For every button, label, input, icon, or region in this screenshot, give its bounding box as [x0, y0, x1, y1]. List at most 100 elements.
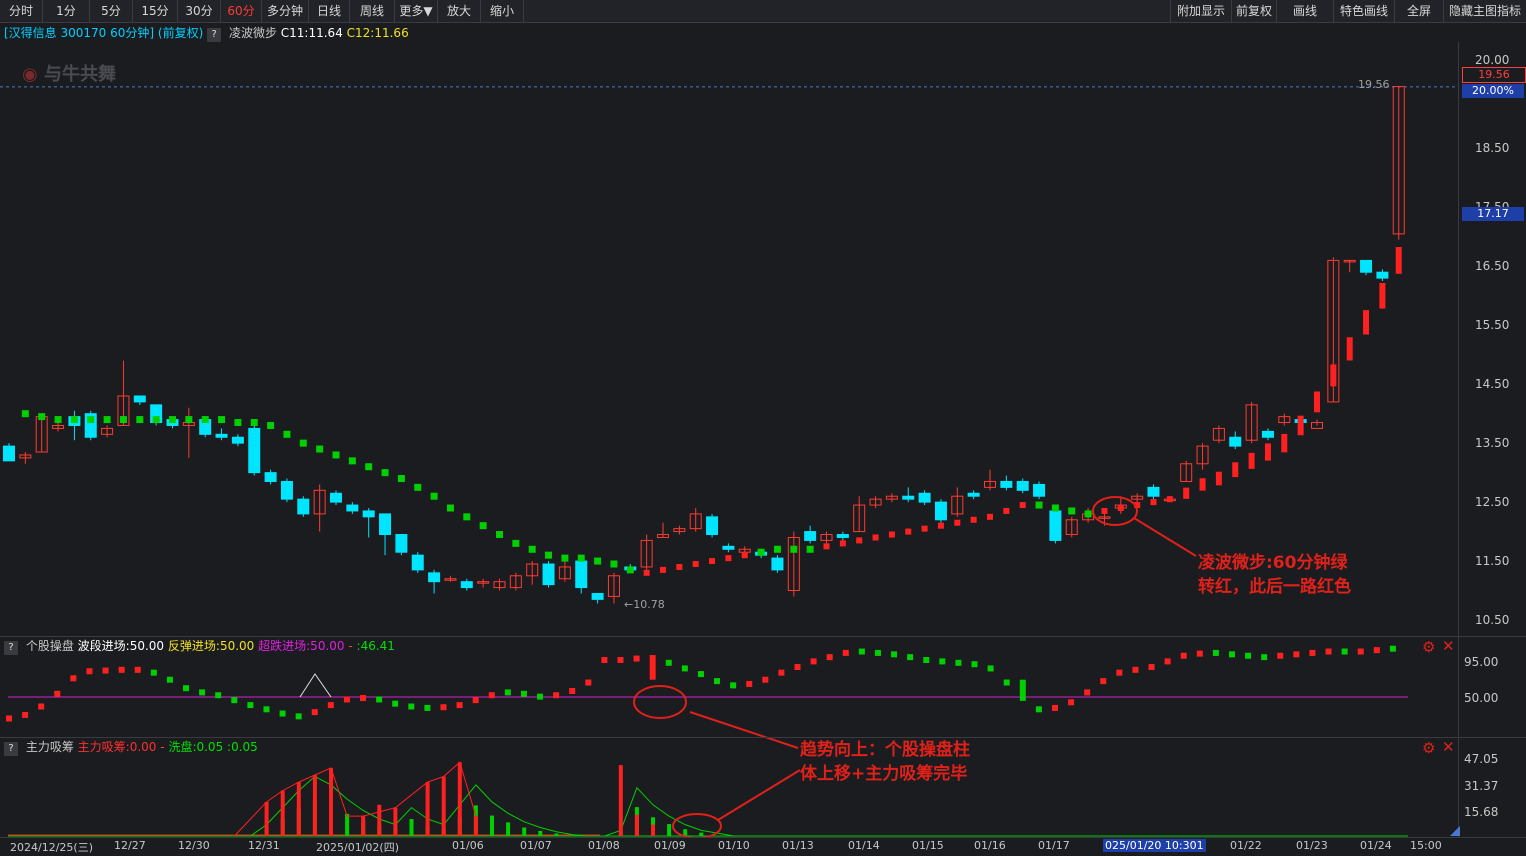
- lingbo-dot-25: [430, 492, 438, 500]
- panel2-dot-20: [327, 702, 334, 709]
- panel2-header: ? 个股操盘 波段进场:50.00 反弹进场:50.00 超跌进场:50.00 …: [4, 637, 395, 655]
- panel2-dot-39: [633, 655, 640, 662]
- lingbo-dot-31: [528, 545, 536, 553]
- gear-icon[interactable]: ⚙: [1422, 739, 1435, 757]
- lingbo-dot-9: [169, 416, 176, 424]
- help-icon[interactable]: ?: [4, 641, 18, 655]
- lingbo-dot-32: [545, 551, 553, 559]
- lingbo-dot-51: [856, 537, 863, 544]
- panel2-dot-0: [6, 715, 12, 722]
- candle-body-14: [231, 436, 244, 444]
- lingbo-dot-34: [577, 554, 585, 562]
- lingbo-dot-11: [201, 416, 209, 424]
- panel2-dot-61: [987, 665, 994, 672]
- date-label-10: 01/13: [782, 839, 814, 852]
- date-label-5: 01/06: [452, 839, 484, 852]
- panel3-red-bar-5: [312, 775, 317, 836]
- candle-body-22: [362, 510, 375, 518]
- lingbo-dot-24: [414, 483, 422, 491]
- panel2-dot-49: [794, 664, 801, 671]
- date-label-11: 01/14: [848, 839, 880, 852]
- panel2-dot-72: [1164, 658, 1171, 665]
- candle-body-44: [722, 545, 735, 550]
- candle-body-47: [771, 557, 784, 571]
- annotation-arrow-lingbo: [1133, 517, 1197, 557]
- panel2-dot-59: [955, 659, 962, 666]
- panel3-red-bar-13: [473, 816, 478, 836]
- chart-canvas[interactable]: [0, 0, 1526, 855]
- panel2-dot-43: [697, 671, 704, 678]
- lingbo-dot-67: [1117, 505, 1124, 511]
- panel3-red-bar-8: [377, 804, 382, 836]
- lingbo-dot-60: [1003, 507, 1010, 514]
- candle-body-64: [1049, 510, 1062, 541]
- annotation-lingbo-line2: 转红，此后一路红色: [1198, 577, 1351, 597]
- panel2-sep: -: [348, 639, 353, 653]
- panel3-red-bar-11: [441, 776, 446, 836]
- panel3-red-bar-15: [634, 814, 639, 836]
- panel2-dot-35: [569, 687, 576, 694]
- panel2-dot-74: [1196, 650, 1203, 657]
- panel2-bar-63: [1019, 679, 1026, 701]
- panel2-dot-28: [456, 702, 463, 709]
- panel3-red-bar-6: [329, 767, 333, 836]
- lingbo-dot-3: [70, 416, 78, 424]
- panel3-green-line: [9, 775, 1394, 837]
- annotation-lingbo: 凌波微步:60分钟绿 转红，此后一路红色: [1198, 551, 1351, 599]
- panel2-dot-50: [810, 658, 817, 665]
- lingbo-dot-50: [839, 540, 846, 547]
- help-icon[interactable]: ?: [4, 742, 18, 756]
- panel2-dot-21: [343, 696, 350, 703]
- lingbo-dot-23: [397, 475, 405, 483]
- panel2-dot-69: [1116, 669, 1123, 676]
- candle-body-24: [395, 534, 408, 553]
- panel2-dot-6: [102, 667, 109, 674]
- lingbo-dot-12: [218, 416, 226, 424]
- panel3-name[interactable]: 主力吸筹: [26, 740, 74, 754]
- candle-body-26: [428, 572, 441, 583]
- panel2-dot-53: [858, 648, 865, 655]
- lingbo-dot-13: [234, 419, 242, 427]
- lingbo-dot-74: [1232, 462, 1239, 478]
- lingbo-dot-81: [1346, 337, 1353, 361]
- candle-body-13: [215, 433, 228, 438]
- panel2-dot-78: [1261, 654, 1268, 661]
- panel2-dot-22: [360, 695, 367, 702]
- lingbo-dot-41: [692, 561, 699, 567]
- panel3-red-bar-12: [457, 762, 462, 836]
- gear-icon[interactable]: ⚙: [1422, 638, 1435, 656]
- lingbo-dot-47: [790, 545, 798, 553]
- date-label-12: 01/15: [912, 839, 944, 852]
- lingbo-dot-27: [463, 513, 471, 521]
- date-label-2: 12/30: [178, 839, 210, 852]
- lingbo-dot-79: [1314, 391, 1320, 413]
- lingbo-dot-82: [1363, 310, 1370, 335]
- panel2-name[interactable]: 个股操盘: [26, 639, 74, 653]
- panel2-dot-47: [762, 676, 769, 683]
- lingbo-dot-84: [1395, 247, 1402, 274]
- candle-body-36: [591, 592, 604, 600]
- candle-body-21: [346, 504, 359, 512]
- annotation-circle-panel3: [672, 813, 722, 839]
- panel2-dot-3: [54, 690, 61, 697]
- date-label-0: 2024/12/25(三): [10, 841, 93, 854]
- lingbo-dot-20: [348, 457, 356, 465]
- panel2-dot-82: [1325, 648, 1332, 655]
- close-icon[interactable]: ✕: [1442, 738, 1455, 756]
- lingbo-dot-46: [773, 545, 781, 553]
- panel3-series-3: :0.05: [227, 740, 258, 754]
- panel2-dot-51: [826, 654, 833, 661]
- lingbo-dot-15: [267, 421, 275, 429]
- panel3-red-bar-3: [280, 790, 285, 836]
- close-icon[interactable]: ✕: [1442, 637, 1455, 655]
- panel3-green-bar-30: [490, 815, 494, 836]
- candle-body-83: [1360, 259, 1373, 273]
- panel2-dot-23: [376, 696, 383, 703]
- panel2-dot-86: [1389, 645, 1396, 652]
- panel2-dot-56: [907, 654, 914, 661]
- panel2-dot-58: [939, 658, 946, 665]
- panel2-dot-14: [231, 697, 238, 704]
- panel2-dot-57: [923, 656, 930, 663]
- candle-body-43: [706, 516, 719, 536]
- candle-body-23: [379, 513, 392, 536]
